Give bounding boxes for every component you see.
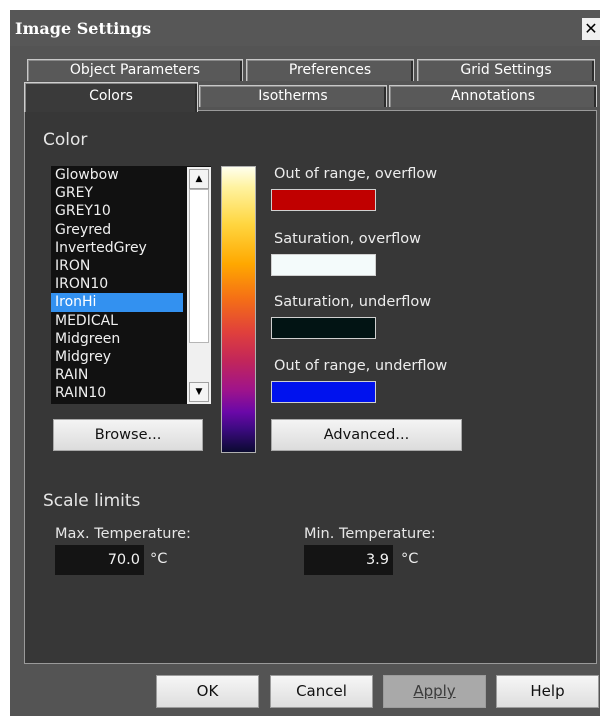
palette-item[interactable]: GREY: [51, 184, 183, 202]
underflow-out-of-range-label: Out of range, underflow: [274, 358, 448, 374]
palette-item[interactable]: GREY10: [51, 202, 183, 220]
scroll-down-arrow-icon[interactable]: ▼: [189, 382, 209, 402]
palette-item[interactable]: Midgreen: [51, 330, 183, 348]
tab-object-parameters[interactable]: Object Parameters: [27, 59, 243, 81]
palette-item[interactable]: IRON10: [51, 275, 183, 293]
close-icon: ✕: [584, 19, 598, 38]
scroll-up-arrow-icon[interactable]: ▲: [189, 169, 209, 189]
palette-item[interactable]: RAIN: [51, 366, 183, 384]
palette-item[interactable]: InvertedGrey: [51, 239, 183, 257]
saturation-overflow-swatch[interactable]: [271, 254, 376, 276]
scale-limits-title: Scale limits: [43, 491, 141, 511]
palette-item[interactable]: IRON: [51, 257, 183, 275]
max-temperature-label: Max. Temperature:: [55, 526, 191, 542]
apply-button[interactable]: Apply: [383, 675, 486, 708]
advanced-button[interactable]: Advanced...: [271, 419, 462, 451]
palette-gradient-preview: [221, 166, 256, 453]
tab-annotations[interactable]: Annotations: [389, 85, 597, 107]
palette-list-scrollbar[interactable]: ▲ ▼: [187, 167, 211, 404]
min-temperature-label: Min. Temperature:: [304, 526, 436, 542]
palette-item[interactable]: Glowbow: [51, 166, 183, 184]
underflow-out-of-range-swatch[interactable]: [271, 381, 376, 403]
dialog-title: Image Settings: [15, 19, 152, 38]
browse-button[interactable]: Browse...: [53, 419, 203, 451]
palette-item[interactable]: MEDICAL: [51, 312, 183, 330]
min-temperature-field[interactable]: 3.9: [304, 545, 393, 575]
title-bar[interactable]: Image Settings ✕: [10, 10, 600, 46]
cancel-button[interactable]: Cancel: [270, 675, 373, 708]
help-button[interactable]: Help: [496, 675, 599, 708]
palette-item[interactable]: Greyred: [51, 221, 183, 239]
saturation-underflow-label: Saturation, underflow: [274, 294, 432, 310]
tab-preferences[interactable]: Preferences: [246, 59, 414, 81]
color-section-title: Color: [43, 130, 88, 150]
saturation-overflow-label: Saturation, overflow: [274, 231, 422, 247]
overflow-out-of-range-label: Out of range, overflow: [274, 166, 438, 182]
scrollbar-thumb[interactable]: [189, 189, 209, 343]
max-temperature-unit: °C: [150, 551, 168, 567]
close-button[interactable]: ✕: [582, 18, 600, 40]
max-temperature-field[interactable]: 70.0: [55, 545, 144, 575]
saturation-underflow-swatch[interactable]: [271, 317, 376, 339]
tab-isotherms[interactable]: Isotherms: [199, 85, 387, 107]
palette-item-selected[interactable]: IronHi: [51, 293, 183, 312]
ok-button[interactable]: OK: [156, 675, 259, 708]
min-temperature-unit: °C: [401, 551, 419, 567]
palette-item[interactable]: Midgrey: [51, 348, 183, 366]
palette-item[interactable]: RAIN10: [51, 384, 183, 402]
tab-grid-settings[interactable]: Grid Settings: [417, 59, 595, 81]
overflow-out-of-range-swatch[interactable]: [271, 189, 376, 211]
tab-colors[interactable]: Colors: [24, 82, 198, 112]
